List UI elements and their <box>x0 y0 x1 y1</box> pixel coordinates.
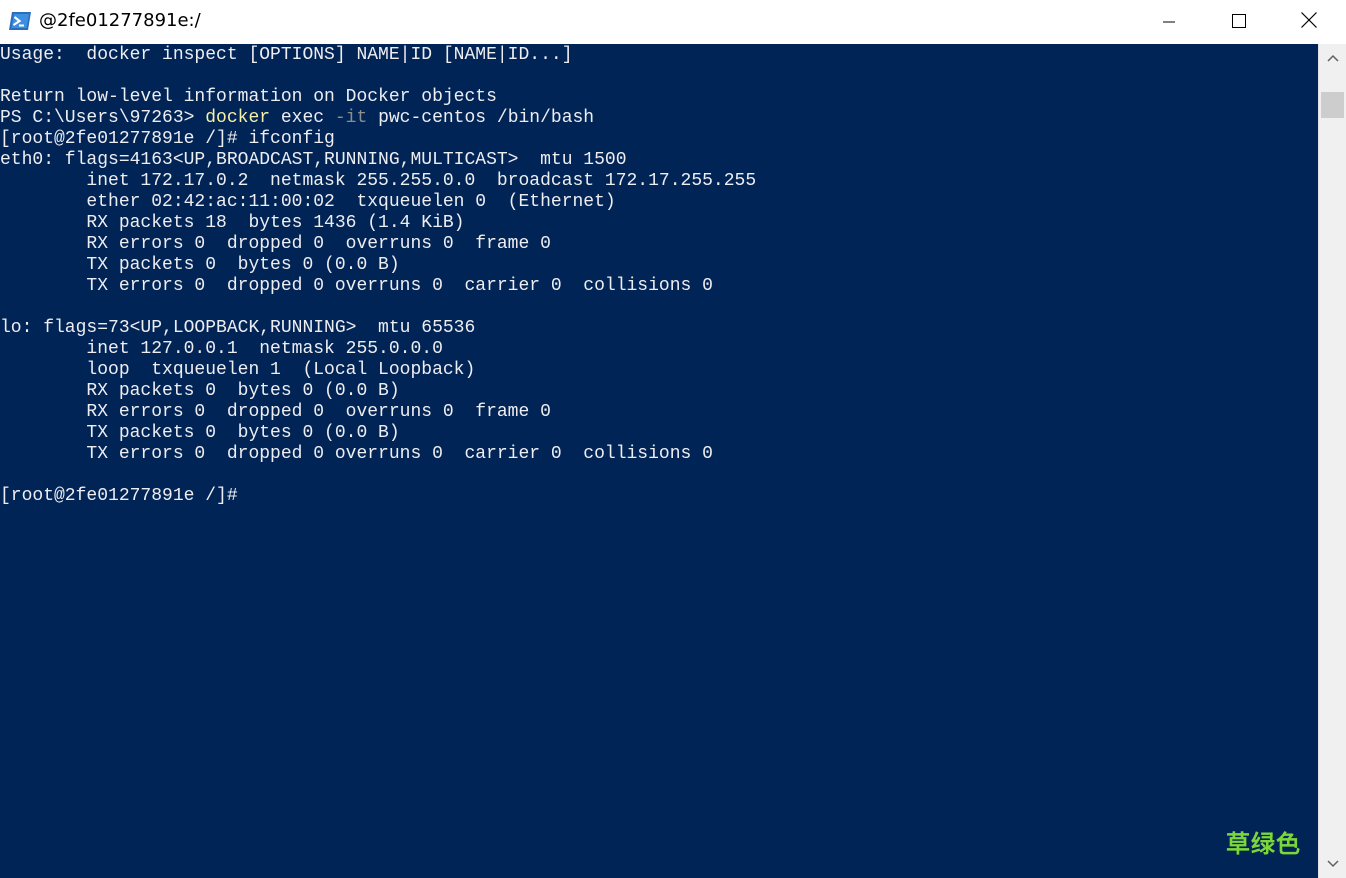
console-line: eth0: flags=4163<UP,BROADCAST,RUNNING,MU… <box>0 150 756 171</box>
console-output[interactable]: Usage: docker inspect [OPTIONS] NAME|ID … <box>0 44 1318 878</box>
scroll-up-button[interactable] <box>1319 44 1346 72</box>
console-text-segment: RX packets 18 bytes 1436 (1.4 KiB) <box>0 213 465 233</box>
console-text-segment: PS C:\Users\97263> <box>0 108 206 128</box>
console-text-segment: TX errors 0 dropped 0 overruns 0 carrier… <box>0 444 713 464</box>
console-text-segment: RX errors 0 dropped 0 overruns 0 frame 0 <box>0 402 551 422</box>
console-text-segment: RX packets 0 bytes 0 (0.0 B) <box>0 381 400 401</box>
window-title: @2fe01277891e:/ <box>39 10 201 31</box>
console-text-segment: pwc-centos /bin/bash <box>367 108 595 128</box>
console-text-segment: inet 127.0.0.1 netmask 255.0.0.0 <box>0 339 443 359</box>
maximize-button[interactable] <box>1204 0 1274 44</box>
console-line: PS C:\Users\97263> docker exec -it pwc-c… <box>0 108 756 129</box>
watermark-text: 草绿色 <box>1226 830 1301 858</box>
close-icon <box>1301 12 1317 32</box>
console-line: ether 02:42:ac:11:00:02 txqueuelen 0 (Et… <box>0 192 756 213</box>
console-text-segment: loop txqueuelen 1 (Local Loopback) <box>0 360 476 380</box>
console-text-segment: TX errors 0 dropped 0 overruns 0 carrier… <box>0 276 713 296</box>
chevron-up-icon <box>1326 49 1339 67</box>
console-line: TX errors 0 dropped 0 overruns 0 carrier… <box>0 276 756 297</box>
title-bar[interactable]: @2fe01277891e:/ <box>0 0 1346 44</box>
console-line: TX packets 0 bytes 0 (0.0 B) <box>0 423 756 444</box>
chevron-down-icon <box>1326 855 1339 873</box>
console-line: loop txqueuelen 1 (Local Loopback) <box>0 360 756 381</box>
console-text-segment: Return low-level information on Docker o… <box>0 87 497 107</box>
console-line: Usage: docker inspect [OPTIONS] NAME|ID … <box>0 45 756 66</box>
console-line: Return low-level information on Docker o… <box>0 87 756 108</box>
console-line: TX packets 0 bytes 0 (0.0 B) <box>0 255 756 276</box>
console-line: RX errors 0 dropped 0 overruns 0 frame 0 <box>0 402 756 423</box>
console-text-segment: RX errors 0 dropped 0 overruns 0 frame 0 <box>0 234 551 254</box>
console-text-segment: eth0: flags=4163<UP,BROADCAST,RUNNING,MU… <box>0 150 627 170</box>
minimize-icon <box>1163 13 1175 32</box>
console-lines: Usage: docker inspect [OPTIONS] NAME|ID … <box>0 45 756 507</box>
console-line: RX packets 0 bytes 0 (0.0 B) <box>0 381 756 402</box>
console-text-segment: TX packets 0 bytes 0 (0.0 B) <box>0 255 400 275</box>
powershell-icon <box>8 10 32 32</box>
console-line: lo: flags=73<UP,LOOPBACK,RUNNING> mtu 65… <box>0 318 756 339</box>
console-line: [root@2fe01277891e /]# <box>0 486 756 507</box>
console-text-segment: -it <box>334 108 368 128</box>
console-text-segment: Usage: docker inspect [OPTIONS] NAME|ID … <box>0 45 573 65</box>
console-text-segment: TX packets 0 bytes 0 (0.0 B) <box>0 423 400 443</box>
console-line: [root@2fe01277891e /]# ifconfig <box>0 129 756 150</box>
console-line: TX errors 0 dropped 0 overruns 0 carrier… <box>0 444 756 465</box>
console-text-segment: [root@2fe01277891e /]# ifconfig <box>0 129 335 149</box>
scroll-down-button[interactable] <box>1319 850 1346 878</box>
maximize-icon <box>1232 13 1246 32</box>
close-button[interactable] <box>1274 0 1344 44</box>
console-text-segment: [root@2fe01277891e /]# <box>0 486 238 506</box>
vertical-scrollbar[interactable] <box>1318 44 1346 878</box>
scroll-thumb[interactable] <box>1321 92 1344 118</box>
console-line: inet 127.0.0.1 netmask 255.0.0.0 <box>0 339 756 360</box>
console-text-segment: exec <box>270 108 335 128</box>
console-text-segment: lo: flags=73<UP,LOOPBACK,RUNNING> mtu 65… <box>0 318 476 338</box>
minimize-button[interactable] <box>1134 0 1204 44</box>
console-text-segment: inet 172.17.0.2 netmask 255.255.0.0 broa… <box>0 171 757 191</box>
console-line: inet 172.17.0.2 netmask 255.255.0.0 broa… <box>0 171 756 192</box>
console-line: RX errors 0 dropped 0 overruns 0 frame 0 <box>0 234 756 255</box>
console-line: RX packets 18 bytes 1436 (1.4 KiB) <box>0 213 756 234</box>
console-text-segment: ether 02:42:ac:11:00:02 txqueuelen 0 (Et… <box>0 192 616 212</box>
console-text-segment: docker <box>205 108 271 128</box>
terminal-window: @2fe01277891e:/ Usage: docker inspect [O… <box>0 0 1346 878</box>
